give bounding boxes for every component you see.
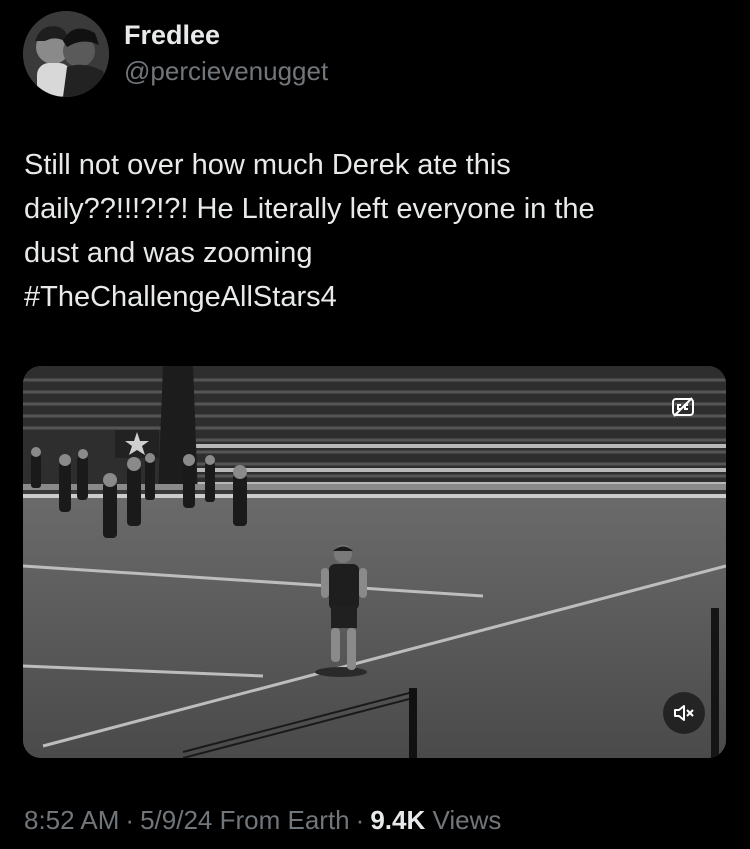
meta-separator: · xyxy=(355,805,365,835)
tweet-source: From Earth xyxy=(219,805,350,835)
mute-button[interactable] xyxy=(663,692,705,734)
captions-icon xyxy=(672,397,694,417)
video-player[interactable] xyxy=(23,366,726,758)
views-count: 9.4K xyxy=(370,805,426,835)
tweet-text-line: daily??!!!?!?! He Literally left everyon… xyxy=(24,193,595,225)
tweet-time[interactable]: 8:52 AM xyxy=(24,805,119,835)
hashtag-link[interactable]: #TheChallengeAllStars4 xyxy=(24,275,724,319)
tweet-post: Fredlee @percievenugget Still not over h… xyxy=(0,0,750,849)
tweet-text-line: Still not over how much Derek ate this xyxy=(24,149,511,181)
tweet-text: Still not over how much Derek ate this d… xyxy=(24,143,724,319)
views-label: Views xyxy=(432,805,502,835)
tweet-meta: 8:52 AM · 5/9/24 From Earth · 9.4K Views xyxy=(24,805,501,836)
video-frame xyxy=(23,366,726,758)
avatar-image xyxy=(23,11,109,97)
meta-separator: · xyxy=(125,805,135,835)
tweet-text-line: dust and was zooming xyxy=(24,237,313,269)
tweet-date[interactable]: 5/9/24 xyxy=(140,805,212,835)
muted-speaker-icon xyxy=(674,705,694,721)
author-avatar[interactable] xyxy=(23,11,109,97)
author-handle[interactable]: @percievenugget xyxy=(124,56,328,87)
author-display-name[interactable]: Fredlee xyxy=(124,20,220,51)
captions-button[interactable] xyxy=(669,393,697,421)
